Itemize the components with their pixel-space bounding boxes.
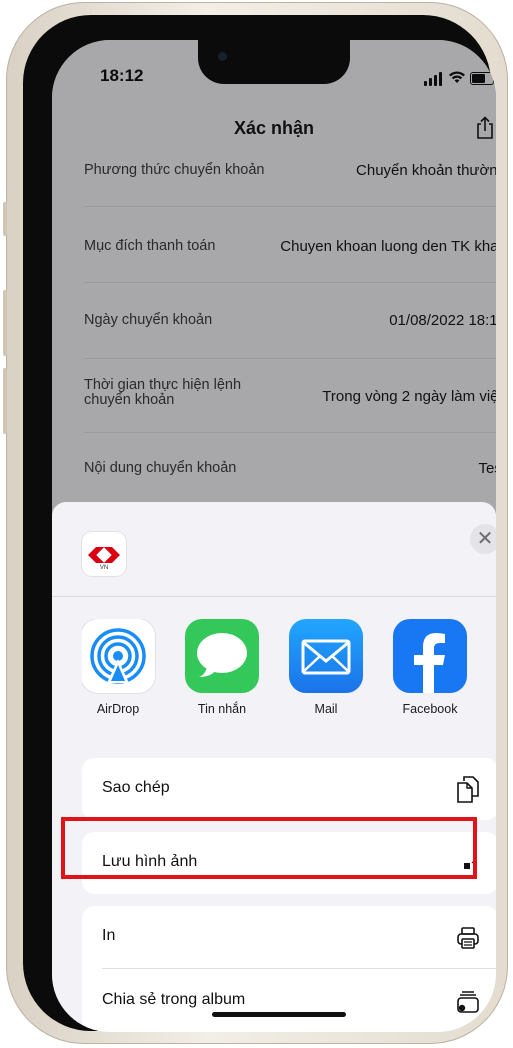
home-indicator[interactable] — [212, 1012, 346, 1017]
detail-value: Chuyen khoan luong den TK khac — [280, 238, 496, 255]
share-icon[interactable] — [474, 116, 496, 140]
detail-value: Chuyển khoản thường — [356, 162, 496, 179]
wifi-icon — [449, 71, 465, 83]
detail-label: Thời gian thực hiện lệnh chuyển khoản — [84, 377, 242, 408]
volume-down-button — [3, 368, 7, 434]
share-target-mail[interactable]: Mail — [288, 619, 364, 716]
mute-switch — [3, 202, 7, 236]
share-target-label: Mail — [314, 702, 338, 716]
phone-frame: 18:12 Xác nhận Phương thức chuyển khoản … — [3, 2, 508, 1044]
front-camera — [218, 52, 227, 61]
detail-value: Trong vòng 2 ngày làm việc — [322, 388, 496, 405]
battery-icon — [470, 72, 494, 85]
airdrop-icon — [82, 619, 155, 693]
action-shared-album[interactable]: Chia sẻ trong album — [82, 970, 496, 1032]
share-target-label: Tin nhắn — [197, 702, 247, 716]
copy-icon — [457, 776, 479, 803]
page-title: Xác nhận — [233, 118, 315, 138]
notch — [198, 40, 350, 84]
action-print[interactable]: In — [82, 906, 496, 968]
detail-row-transfer-date: Ngày chuyển khoản 01/08/2022 18:12 — [84, 312, 496, 359]
share-sheet: VN ✕ AirDrop Tin nhắn Mail Facebook Sao … — [52, 502, 496, 1032]
share-target-messages[interactable]: Tin nhắn — [184, 619, 260, 716]
detail-row-payment-purpose: Mục đích thanh toán Chuyen khoan luong d… — [84, 238, 496, 283]
detail-row-transfer-content: Nội dung chuyển khoản Test — [84, 460, 496, 504]
screen: 18:12 Xác nhận Phương thức chuyển khoản … — [52, 40, 496, 1032]
action-label: Sao chép — [102, 779, 170, 796]
action-copy[interactable]: Sao chép — [82, 758, 496, 820]
detail-row-execution-time: Thời gian thực hiện lệnh chuyển khoản Tr… — [84, 378, 496, 433]
action-label: In — [102, 927, 116, 944]
action-label: Chia sẻ trong album — [102, 991, 246, 1008]
printer-icon — [457, 927, 479, 949]
status-time: 18:12 — [100, 66, 144, 85]
share-target-label: AirDrop — [96, 702, 140, 716]
share-target-airdrop[interactable]: AirDrop — [82, 619, 156, 716]
action-group-copy: Sao chép — [82, 758, 496, 820]
detail-label: Phương thức chuyển khoản — [84, 162, 265, 178]
detail-row-transfer-method: Phương thức chuyển khoản Chuyển khoản th… — [84, 162, 496, 207]
mail-icon — [289, 619, 363, 693]
status-bar: 18:12 — [52, 40, 496, 100]
share-target-label: Facebook — [402, 702, 458, 716]
detail-label: Nội dung chuyển khoản — [84, 460, 237, 476]
detail-label: Mục đích thanh toán — [84, 238, 216, 254]
detail-label: Ngày chuyển khoản — [84, 312, 213, 328]
highlight-annotation — [61, 817, 477, 879]
cellular-signal-icon — [424, 72, 444, 86]
app-chip-badge: VN — [99, 565, 109, 571]
detail-value: Test — [478, 460, 496, 477]
shared-album-icon — [457, 991, 479, 1013]
close-button[interactable]: ✕ — [470, 524, 496, 554]
detail-value: 01/08/2022 18:12 — [389, 312, 496, 329]
volume-up-button — [3, 290, 7, 356]
app-chip: VN — [82, 532, 126, 576]
share-target-facebook[interactable]: Facebook — [392, 619, 468, 716]
facebook-icon — [393, 619, 467, 693]
share-targets: AirDrop Tin nhắn Mail Facebook — [82, 619, 496, 739]
messages-icon — [185, 619, 259, 693]
close-icon: ✕ — [476, 528, 494, 550]
